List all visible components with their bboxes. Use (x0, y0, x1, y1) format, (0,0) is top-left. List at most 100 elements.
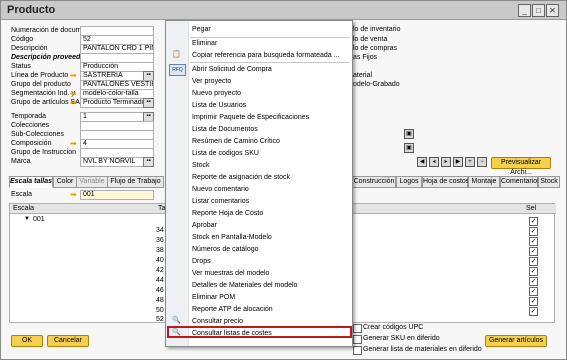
menu-item-atp-allocation-report[interactable]: Reporte ATP de alocación (192, 304, 273, 315)
menu-item-document-list[interactable]: Lista de Documentos (192, 124, 258, 135)
select-checkbox[interactable]: ✓ (529, 297, 538, 306)
menu-item-delete-pom[interactable]: Eliminar POM (192, 292, 235, 303)
tab-stock[interactable]: Stock (538, 176, 560, 188)
menu-item-view-project[interactable]: Ver proyecto (192, 76, 231, 87)
maximize-icon[interactable]: □ (532, 4, 545, 17)
nav-prev-icon[interactable]: ◂ (429, 157, 439, 167)
select-checkbox[interactable]: ✓ (529, 287, 538, 296)
generate-sku-label: Generar SKU en diferido (363, 335, 440, 342)
link-arrow-icon[interactable]: ➡ (70, 191, 78, 199)
highlight-box (167, 326, 352, 338)
window-title: Producto (7, 4, 56, 16)
minimize-icon[interactable]: _ (518, 4, 531, 17)
create-upc-checkbox[interactable] (353, 324, 362, 333)
tab-scale-sizes[interactable]: Escala tallas (9, 176, 53, 188)
menu-separator (190, 62, 350, 63)
size-cell: 42 (156, 267, 164, 274)
select-checkbox[interactable]: ✓ (529, 247, 538, 256)
create-upc-label: Crear códigos UPC (363, 324, 424, 331)
link-arrow-icon[interactable]: ➡ (70, 140, 78, 148)
close-icon[interactable]: ✕ (546, 4, 559, 17)
label-composition: Composición (11, 140, 52, 147)
tab-color[interactable]: Color (53, 176, 77, 188)
scale-label: Escala (11, 191, 33, 198)
menu-item-drops[interactable]: Drops (192, 256, 211, 267)
tab-cost-sheet[interactable]: Hoja de costos (422, 176, 469, 188)
link-arrow-icon[interactable]: ➡ (70, 99, 78, 107)
menu-item-list-comments[interactable]: Listar comentarios (192, 196, 249, 207)
tab-workflow[interactable]: Flujo de Trabajo (107, 176, 164, 188)
select-checkbox[interactable]: ✓ (529, 257, 538, 266)
link-arrow-icon[interactable]: ➡ (70, 90, 78, 98)
tab-comments[interactable]: Comentarios (500, 176, 541, 188)
menu-item-print-spec-package[interactable]: Imprimir Paquete de Especificaciones (192, 112, 309, 123)
menu-item-open-purchase-request[interactable]: Abrir Solicitud de Compra (192, 64, 272, 75)
image-icon[interactable]: ▣ (404, 129, 414, 139)
tab-assembly[interactable]: Montaje (468, 176, 500, 188)
menu-item-new-comment[interactable]: Nuevo comentario (192, 184, 249, 195)
menu-item-sku-list[interactable]: Lista de codigos SKU (192, 148, 259, 159)
expand-icon[interactable]: ▼ (24, 216, 30, 222)
size-cell: 48 (156, 297, 164, 304)
brand-field[interactable]: NVL BY NORVIL (80, 157, 144, 167)
label-status: Status (11, 63, 31, 70)
size-cell: 38 (156, 247, 164, 254)
label-season: Temporada (11, 113, 47, 120)
menu-item-new-project[interactable]: Nuevo proyecto (192, 88, 241, 99)
link-arrow-icon[interactable]: ➡ (70, 72, 78, 80)
price-search-icon: 🔍 (172, 317, 181, 324)
menu-item-cost-sheet-report[interactable]: Reporte Hoja de Costo (192, 208, 263, 219)
choose-from-list-icon[interactable]: ▪▪ (143, 98, 154, 108)
remove-icon[interactable]: − (477, 157, 487, 167)
menu-item-user-list[interactable]: Lista de Usuarios (192, 100, 246, 111)
label-description: Descripción (11, 45, 48, 52)
tab-logos[interactable]: Logos (396, 176, 422, 188)
menu-item-stock-allocation-report[interactable]: Reporte de asignación de stock (192, 172, 290, 183)
tab-variable[interactable]: Variable (76, 176, 108, 188)
menu-item-copy-reference[interactable]: Copiar referencia para busqueda formatea… (192, 50, 339, 61)
select-checkbox[interactable]: ✓ (529, 277, 538, 286)
tab-construction[interactable]: Construcción (352, 176, 396, 188)
menu-item-stock[interactable]: Stock (192, 160, 210, 171)
menu-item-approve[interactable]: Aprobar (192, 220, 217, 231)
generate-bom-label: Generar lista de materiales en diferido (363, 346, 482, 353)
label-instruction-group: Grupo de Instruccion (11, 149, 76, 156)
generate-sku-checkbox[interactable] (353, 335, 362, 344)
menu-item-view-model-samples[interactable]: Ver muestras del modelo (192, 268, 269, 279)
menu-item-stock-model-screen[interactable]: Stock en Pantalla-Modelo (192, 232, 272, 243)
menu-item-delete[interactable]: Eliminar (192, 38, 217, 49)
clipboard-icon: 📋 (172, 51, 181, 58)
select-checkbox[interactable]: ✓ (529, 307, 538, 316)
menu-item-model-material-details[interactable]: Detalles de Materiales del modelo (192, 280, 297, 291)
grid-header-scale: Escala (10, 204, 163, 214)
image-icon[interactable]: ▣ (404, 143, 414, 153)
right-label-model: odelo-Grabado (353, 81, 400, 88)
select-checkbox[interactable]: ✓ (529, 227, 538, 236)
scale-field[interactable]: 001 (80, 190, 154, 200)
select-checkbox[interactable]: ✓ (529, 217, 538, 226)
label-code: Código (11, 36, 34, 43)
cancel-button[interactable]: Cancelar (47, 335, 89, 347)
label-collections: Colecciones (11, 122, 50, 129)
menu-item-catalog-numbers[interactable]: Números de catálogo (192, 244, 259, 255)
menu-item-critical-path[interactable]: Resúmen de Camino Crítico (192, 136, 280, 147)
nav-next-icon[interactable]: ▸ (441, 157, 451, 167)
nav-last-icon[interactable]: ▶ (453, 157, 463, 167)
preview-file-button[interactable]: Previsualizar Archi... (491, 157, 551, 176)
title-bar: Producto _ □ ✕ (1, 1, 566, 20)
attach-icon[interactable]: + (465, 157, 475, 167)
generate-items-button[interactable]: Generar artículos (485, 335, 547, 347)
choose-from-list-icon[interactable]: ▪▪ (143, 157, 154, 167)
size-cell: 40 (156, 257, 164, 264)
right-label-fixed-assets: as Fijos (353, 54, 378, 61)
size-cell: 46 (156, 287, 164, 294)
select-checkbox[interactable]: ✓ (529, 267, 538, 276)
right-label-material: aterial (353, 72, 373, 79)
menu-item-paste[interactable]: Pegar (192, 24, 211, 35)
generate-bom-checkbox[interactable] (353, 346, 362, 355)
context-menu: Pegar Eliminar 📋 Copiar referencia para … (165, 20, 353, 347)
select-checkbox[interactable]: ✓ (529, 237, 538, 246)
sap-item-group-field[interactable]: Producto Terminado (80, 98, 144, 108)
ok-button[interactable]: OK (11, 335, 43, 347)
nav-first-icon[interactable]: ◀ (417, 157, 427, 167)
